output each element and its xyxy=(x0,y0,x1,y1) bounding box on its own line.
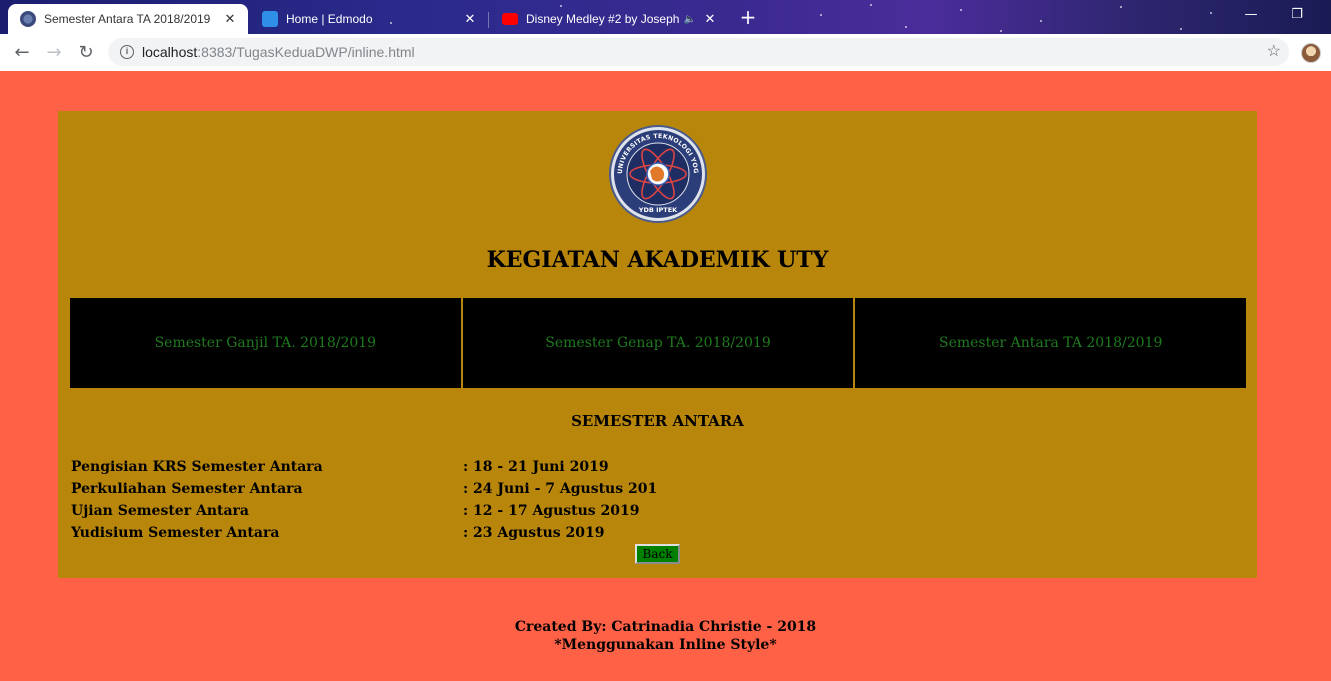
schedule-label: Ujian Semester Antara xyxy=(71,503,249,519)
tab-title: Semester Antara TA 2018/2019 xyxy=(44,12,211,26)
schedule-value: : 18 - 21 Juni 2019 xyxy=(463,459,609,475)
forward-icon[interactable]: → xyxy=(41,40,67,66)
edmodo-icon xyxy=(262,11,278,27)
tab-strip: Semester Antara TA 2018/2019 ✕ Home | Ed… xyxy=(0,0,1331,34)
menu-item-semester-genap[interactable]: Semester Genap TA. 2018/2019 xyxy=(460,298,854,388)
audio-playing-icon[interactable]: 🔈 xyxy=(684,14,696,25)
chrome-globe-icon xyxy=(20,11,36,27)
schedule-value: : 23 Agustus 2019 xyxy=(463,525,605,541)
page-footer: Created By: Catrinadia Christie - 2018 *… xyxy=(0,618,1331,654)
tab-edmodo[interactable]: Home | Edmodo ✕ xyxy=(250,4,488,34)
menu-item-semester-ganjil[interactable]: Semester Ganjil TA. 2018/2019 xyxy=(70,298,461,388)
schedule-row: Yudisium Semester Antara : 23 Agustus 20… xyxy=(71,522,1241,544)
back-button[interactable]: Back xyxy=(635,544,680,564)
close-icon[interactable]: ✕ xyxy=(702,11,718,27)
semester-menu: Semester Ganjil TA. 2018/2019 Semester G… xyxy=(70,298,1247,388)
tab-separator xyxy=(488,12,489,28)
youtube-icon xyxy=(502,13,518,25)
restore-button[interactable]: ❐ xyxy=(1274,4,1320,26)
schedule-value: : 12 - 17 Agustus 2019 xyxy=(463,503,640,519)
tab-title: Disney Medley #2 by Joseph xyxy=(526,12,680,26)
schedule-label: Perkuliahan Semester Antara xyxy=(71,481,303,497)
footer-note: *Menggunakan Inline Style* xyxy=(554,637,777,653)
schedule-row: Perkuliahan Semester Antara : 24 Juni - … xyxy=(71,478,1241,500)
browser-toolbar: ← → ↻ i localhost:8383/TugasKeduaDWP/inl… xyxy=(0,34,1331,71)
schedule-label: Pengisian KRS Semester Antara xyxy=(71,459,323,475)
profile-avatar[interactable] xyxy=(1301,43,1321,63)
content-panel: UNIVERSITAS TEKNOLOGI YOGYAKARTA YDB IPT… xyxy=(58,111,1257,578)
schedule-label: Yudisium Semester Antara xyxy=(71,525,280,541)
schedule-row: Ujian Semester Antara : 12 - 17 Agustus … xyxy=(71,500,1241,522)
bookmark-star-icon[interactable]: ☆ xyxy=(1267,38,1281,66)
footer-credit: Created By: Catrinadia Christie - 2018 xyxy=(514,619,817,635)
minimize-button[interactable]: — xyxy=(1228,4,1274,26)
close-icon[interactable]: ✕ xyxy=(462,11,478,27)
logo-bottom-text: YDB IPTEK xyxy=(638,206,678,214)
url-text[interactable]: localhost:8383/TugasKeduaDWP/inline.html xyxy=(142,38,415,66)
uty-logo: UNIVERSITAS TEKNOLOGI YOGYAKARTA YDB IPT… xyxy=(608,124,707,223)
menu-item-semester-antara[interactable]: Semester Antara TA 2018/2019 xyxy=(853,298,1247,388)
section-title: SEMESTER ANTARA xyxy=(571,412,744,430)
page-title: KEGIATAN AKADEMIK UTY xyxy=(486,247,829,273)
browser-chrome: Semester Antara TA 2018/2019 ✕ Home | Ed… xyxy=(0,0,1331,71)
new-tab-button[interactable]: + xyxy=(736,6,760,30)
schedule-list: Pengisian KRS Semester Antara : 18 - 21 … xyxy=(71,456,1241,544)
reload-icon[interactable]: ↻ xyxy=(73,40,99,66)
close-icon[interactable]: ✕ xyxy=(222,11,238,27)
info-icon[interactable]: i xyxy=(120,45,134,59)
address-bar[interactable]: i localhost:8383/TugasKeduaDWP/inline.ht… xyxy=(108,38,1289,66)
tab-title: Home | Edmodo xyxy=(286,12,373,26)
tab-semester-antara[interactable]: Semester Antara TA 2018/2019 ✕ xyxy=(8,4,248,34)
schedule-value: : 24 Juni - 7 Agustus 201 xyxy=(463,481,658,497)
schedule-row: Pengisian KRS Semester Antara : 18 - 21 … xyxy=(71,456,1241,478)
tab-disney-medley[interactable]: Disney Medley #2 by Joseph 🔈 ✕ xyxy=(490,4,728,34)
back-icon[interactable]: ← xyxy=(9,40,35,66)
